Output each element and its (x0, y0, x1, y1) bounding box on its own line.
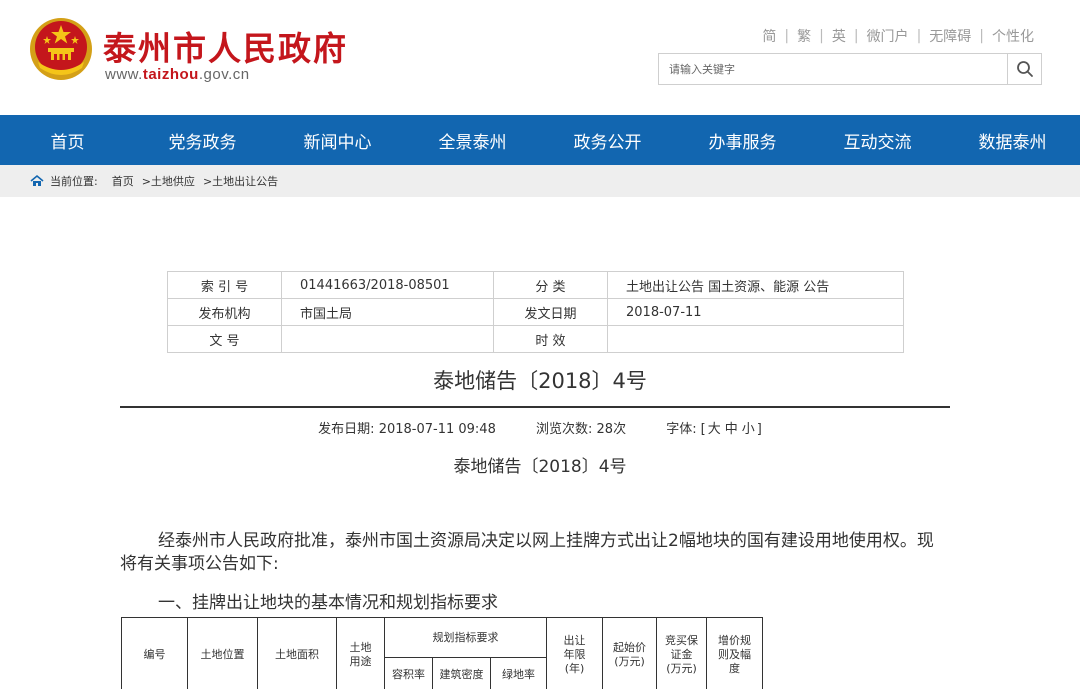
meta-value-category: 土地出让公告 国土资源、能源 公告 (607, 271, 904, 299)
font-size-large[interactable]: 大 (708, 422, 721, 437)
search-input[interactable] (659, 54, 1007, 84)
nav-item-home[interactable]: 首页 (0, 115, 135, 165)
intro-paragraph: 经泰州市人民政府批准，泰州市国土资源局决定以网上挂牌方式出让2幅地块的国有建设用… (120, 531, 934, 574)
font-size-switcher: 字体:[大中小] (666, 422, 762, 437)
toplink-micro-portal[interactable]: 微门户 (867, 26, 909, 46)
meta-label-index: 索 引 号 (167, 271, 282, 299)
lot-header-green: 绿地率 (490, 657, 547, 689)
search-icon (1016, 61, 1033, 77)
nav-item-news[interactable]: 新闻中心 (270, 115, 405, 165)
meta-value-validity (607, 325, 904, 353)
lot-header-number: 编号 (121, 617, 188, 689)
section-heading: 一、挂牌出让地块的基本情况和规划指标要求 (158, 593, 498, 613)
font-size-bracket-close: ] (756, 422, 762, 437)
meta-label-docno: 文 号 (167, 325, 282, 353)
site-title[interactable]: 泰州市人民政府 (103, 22, 348, 70)
site-url-suffix: .gov.cn (198, 66, 250, 83)
toplink-accessibility[interactable]: 无障碍 (929, 26, 971, 46)
document-meta-table: 索 引 号 01441663/2018-08501 分 类 土地出让公告 国土资… (167, 271, 904, 353)
view-count: 浏览次数: 28次 (536, 422, 626, 437)
lot-header-years: 出让年限(年) (546, 617, 603, 689)
font-size-label: 字体: (666, 422, 697, 437)
meta-value-publisher: 市国土局 (281, 298, 494, 326)
lot-header-location: 土地位置 (187, 617, 258, 689)
toplink-separator: | (916, 28, 922, 44)
search-button[interactable] (1007, 54, 1041, 84)
table-row: 编号 土地位置 土地面积 土地用途 规划指标要求 出让年限(年) 起始价(万元)… (121, 617, 763, 689)
lot-header-deposit: 竞买保证金(万元) (656, 617, 707, 689)
meta-label-date: 发文日期 (493, 298, 608, 326)
view-count-label: 浏览次数: (536, 422, 593, 437)
nav-item-gov-disclosure[interactable]: 政务公开 (540, 115, 675, 165)
lot-header-use: 土地用途 (336, 617, 385, 689)
lot-info-table: 编号 土地位置 土地面积 土地用途 规划指标要求 出让年限(年) 起始价(万元)… (121, 617, 763, 689)
meta-label-publisher: 发布机构 (167, 298, 282, 326)
nav-item-panorama[interactable]: 全景泰州 (405, 115, 540, 165)
font-size-small[interactable]: 小 (742, 422, 755, 437)
lot-header-increment: 增价规则及幅度 (706, 617, 763, 689)
meta-value-index: 01441663/2018-08501 (281, 271, 494, 299)
title-divider (120, 406, 950, 408)
publish-date-label: 发布日期: (318, 422, 375, 437)
font-size-bracket-open: [ (700, 422, 706, 437)
breadcrumb-item-land-supply[interactable]: >土地供应 (142, 173, 195, 189)
site-url-prefix: www. (105, 66, 143, 83)
table-row: 索 引 号 01441663/2018-08501 分 类 土地出让公告 国土资… (167, 271, 904, 299)
top-links: 简 | 繁 | 英 | 微门户 | 无障碍 | 个性化 (762, 26, 1034, 46)
search-box (658, 53, 1042, 85)
national-emblem-icon (30, 18, 92, 80)
nav-item-services[interactable]: 办事服务 (675, 115, 810, 165)
nav-item-data[interactable]: 数据泰州 (945, 115, 1080, 165)
lot-header-planning: 规划指标要求 (384, 617, 547, 658)
meta-value-docno (281, 325, 494, 353)
lot-header-area: 土地面积 (257, 617, 337, 689)
meta-value-date: 2018-07-11 (607, 298, 904, 326)
table-row: 文 号 时 效 (167, 325, 904, 353)
toplink-personalize[interactable]: 个性化 (992, 26, 1034, 46)
nav-item-party-affairs[interactable]: 党务政务 (135, 115, 270, 165)
view-count-value: 28次 (596, 422, 627, 437)
page-title: 泰地储告〔2018〕4号 (433, 369, 647, 393)
lot-header-density: 建筑密度 (432, 657, 491, 689)
site-url[interactable]: www.taizhou.gov.cn (105, 66, 250, 83)
site-url-brand: taizhou (142, 66, 199, 83)
meta-label-category: 分 类 (493, 271, 608, 299)
breadcrumb-label: 当前位置: (50, 175, 98, 188)
toplink-separator: | (819, 28, 824, 44)
toplink-separator: | (784, 28, 790, 44)
toplink-simplified[interactable]: 简 (762, 26, 776, 46)
home-icon (30, 174, 44, 186)
document-subtitle: 泰地储告〔2018〕4号 (453, 457, 627, 477)
nav-item-interaction[interactable]: 互动交流 (810, 115, 945, 165)
toplink-english[interactable]: 英 (832, 26, 846, 46)
publish-date-value: 2018-07-11 09:48 (378, 422, 496, 437)
toplink-traditional[interactable]: 繁 (797, 26, 811, 46)
meta-label-validity: 时 效 (493, 325, 608, 353)
toplink-separator: | (979, 28, 984, 44)
breadcrumb: 当前位置: 首页 >土地供应 >土地出让公告 (0, 165, 1080, 197)
breadcrumb-item-land-notice[interactable]: >土地出让公告 (203, 173, 278, 189)
lot-header-start-price: 起始价(万元) (602, 617, 657, 689)
site-header: 泰州市人民政府 www.taizhou.gov.cn 简 | 繁 | 英 | 微门户 |… (0, 0, 1080, 115)
lot-header-far: 容积率 (384, 657, 433, 689)
publish-date: 发布日期: 2018-07-11 09:48 (318, 422, 496, 437)
publish-info: 发布日期: 2018-07-11 09:48 浏览次数: 28次 字体:[大中小… (0, 418, 1080, 437)
main-nav: 首页 党务政务 新闻中心 全景泰州 政务公开 办事服务 互动交流 数据泰州 (0, 115, 1080, 165)
table-row: 发布机构 市国土局 发文日期 2018-07-11 (167, 298, 904, 326)
breadcrumb-item-home[interactable]: 首页 (112, 173, 134, 189)
toplink-separator: | (853, 28, 859, 44)
font-size-medium[interactable]: 中 (725, 422, 738, 437)
